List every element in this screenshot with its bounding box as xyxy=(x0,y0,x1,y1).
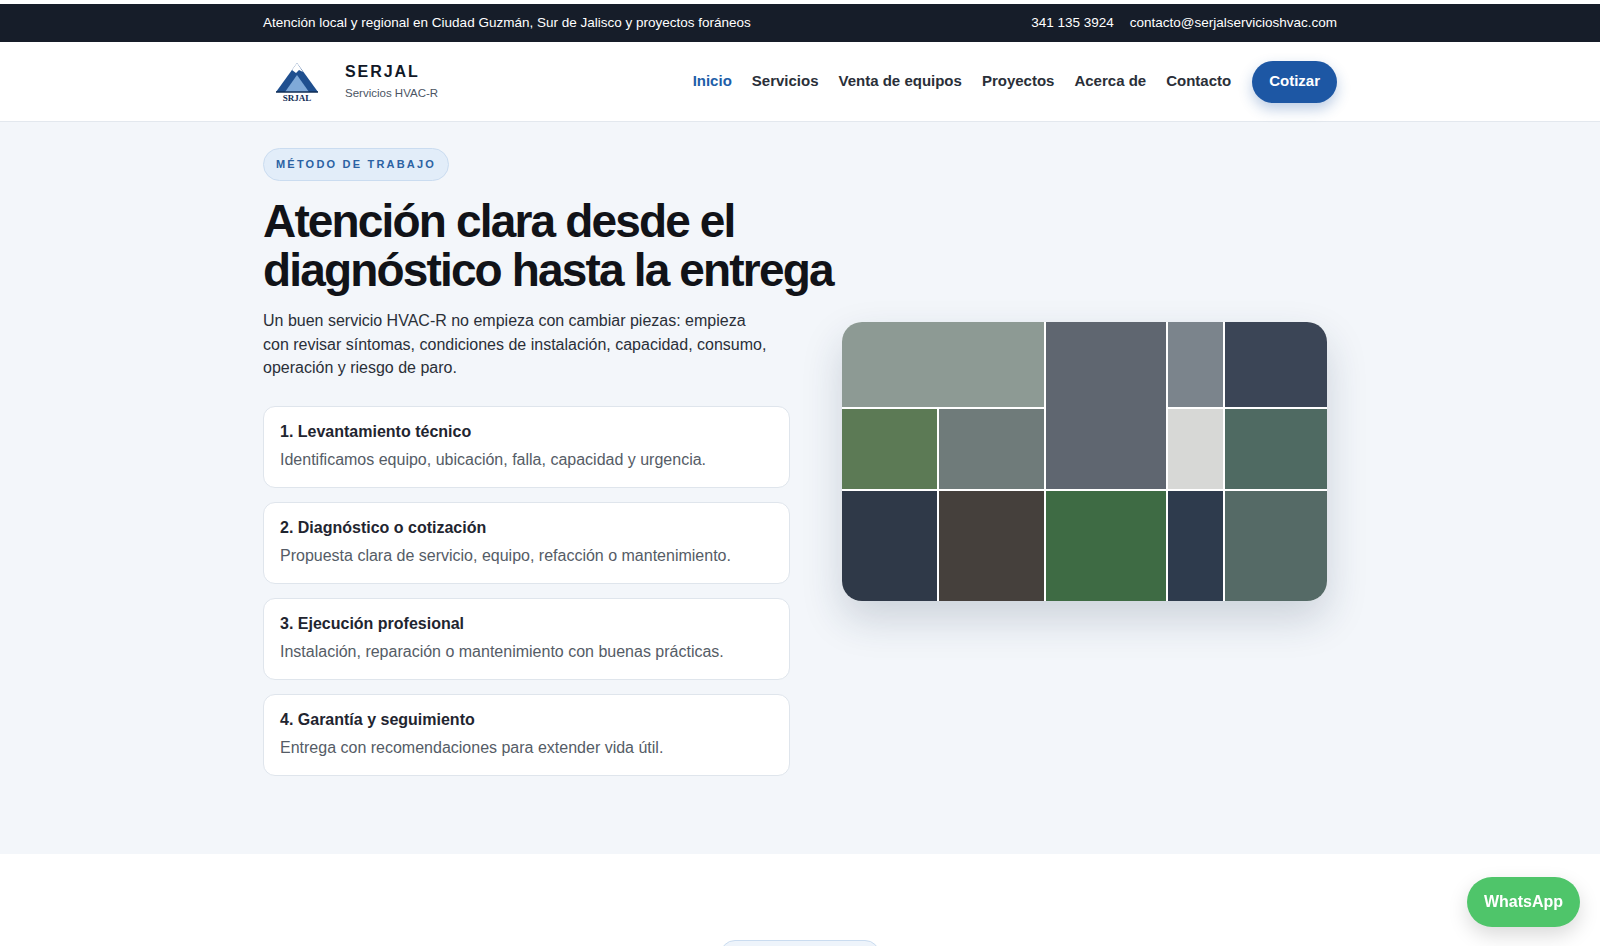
step-card: 2. Diagnóstico o cotización Propuesta cla… xyxy=(263,502,790,584)
main-nav: Inicio Servicios Venta de equipos Proyectos… xyxy=(693,61,1337,103)
top-bar: Atención local y regional en Ciudad Guzm… xyxy=(0,4,1600,42)
email-link[interactable]: contacto@serjalservicioshvac.com xyxy=(1130,13,1337,33)
section-intro: Un buen servicio HVAC-R no empieza con c… xyxy=(263,309,773,380)
step-title: 4. Garantía y seguimiento xyxy=(280,710,773,730)
quote-button[interactable]: Cotizar xyxy=(1252,61,1337,103)
header: SRJAL SERJAL Servicios HVAC-R Inicio Serv… xyxy=(0,42,1600,122)
brand-tagline: Servicios HVAC-R xyxy=(345,85,438,101)
section-title: Atención clara desde el diagnóstico hast… xyxy=(263,197,863,295)
steps-list: 1. Levantamiento técnico Identificamos eq… xyxy=(263,406,790,776)
step-description: Entrega con recomendaciones para extende… xyxy=(280,738,773,758)
nav-link[interactable]: Acerca de xyxy=(1074,70,1146,93)
nav-link[interactable]: Venta de equipos xyxy=(839,70,962,93)
section-badge: MÉTODO DE TRABAJO xyxy=(263,148,449,181)
whatsapp-button[interactable]: WhatsApp xyxy=(1467,877,1580,927)
nav-link[interactable]: Contacto xyxy=(1166,70,1231,93)
whatsapp-label[interactable]: WhatsApp xyxy=(1484,890,1563,914)
step-description: Instalación, reparación o mantenimiento … xyxy=(280,642,773,662)
step-card: 4. Garantía y seguimiento Entrega con rec… xyxy=(263,694,790,776)
work-photo-collage xyxy=(842,322,1327,601)
mountain-icon xyxy=(275,61,319,93)
brand-name: SERJAL xyxy=(345,62,438,82)
method-content: MÉTODO DE TRABAJO Atención clara desde e… xyxy=(263,148,790,776)
nav-link[interactable]: Proyectos xyxy=(982,70,1055,93)
logo[interactable]: SRJAL xyxy=(273,61,321,103)
nav-link[interactable]: Inicio xyxy=(693,70,732,93)
step-description: Identificamos equipo, ubicación, falla, … xyxy=(280,450,773,470)
nav-link[interactable]: Servicios xyxy=(752,70,819,93)
step-title: 2. Diagnóstico o cotización xyxy=(280,518,773,538)
step-card: 1. Levantamiento técnico Identificamos eq… xyxy=(263,406,790,488)
step-description: Propuesta clara de servicio, equipo, ref… xyxy=(280,546,773,566)
brand[interactable]: SRJAL SERJAL Servicios HVAC-R xyxy=(263,61,438,103)
phone-link[interactable]: 341 135 3924 xyxy=(1031,13,1114,33)
step-title: 1. Levantamiento técnico xyxy=(280,422,773,442)
step-title: 3. Ejecución profesional xyxy=(280,614,773,634)
method-section: MÉTODO DE TRABAJO Atención clara desde e… xyxy=(0,122,1600,854)
logo-text: SRJAL xyxy=(283,93,312,103)
next-section-badge xyxy=(720,940,880,946)
step-card: 3. Ejecución profesional Instalación, rep… xyxy=(263,598,790,680)
top-bar-message: Atención local y regional en Ciudad Guzm… xyxy=(263,13,751,33)
